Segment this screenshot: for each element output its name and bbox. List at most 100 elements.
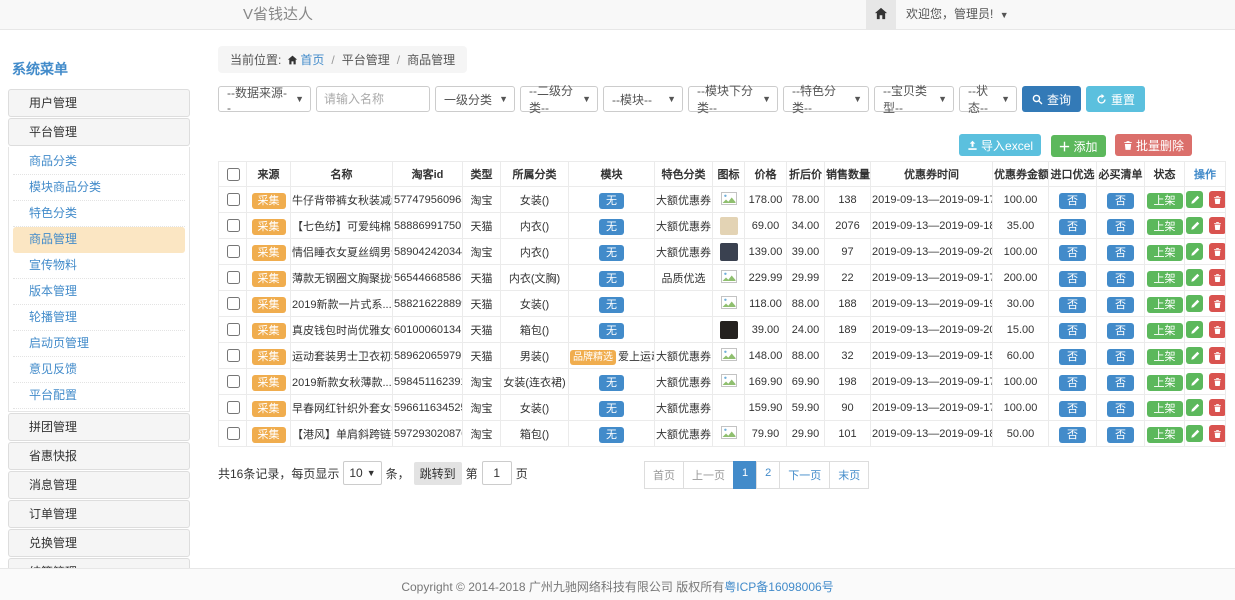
delete-button[interactable] — [1209, 269, 1225, 286]
delete-button[interactable] — [1209, 295, 1225, 312]
name-search-input[interactable] — [316, 86, 430, 112]
import-select-toggle[interactable]: 否 — [1059, 401, 1086, 417]
must-buy-toggle[interactable]: 否 — [1107, 297, 1134, 313]
import-select-toggle[interactable]: 否 — [1059, 349, 1086, 365]
must-buy-toggle[interactable]: 否 — [1107, 323, 1134, 339]
must-buy-toggle[interactable]: 否 — [1107, 401, 1134, 417]
must-buy-toggle[interactable]: 否 — [1107, 375, 1134, 391]
must-buy-toggle[interactable]: 否 — [1107, 193, 1134, 209]
pager-button-5[interactable]: 末页 — [829, 461, 869, 489]
sidebar-subitem-9[interactable]: 启动页管理 — [13, 331, 185, 357]
jump-button[interactable]: 跳转到 — [414, 462, 462, 485]
sidebar-subitem-2[interactable]: 商品分类 — [13, 149, 185, 175]
row-checkbox[interactable] — [227, 323, 240, 336]
pager-button-3[interactable]: 2 — [756, 461, 780, 489]
sidebar-item-13[interactable]: 省惠快报 — [8, 442, 190, 470]
filter-select-2[interactable]: --模块--▼ — [603, 86, 683, 112]
delete-button[interactable] — [1209, 191, 1225, 208]
import-select-toggle[interactable]: 否 — [1059, 297, 1086, 313]
delete-button[interactable] — [1209, 243, 1225, 260]
status-badge[interactable]: 上架 — [1147, 323, 1183, 339]
filter-select-1[interactable]: --二级分类--▼ — [520, 86, 598, 112]
status-badge[interactable]: 上架 — [1147, 297, 1183, 313]
status-badge[interactable]: 上架 — [1147, 245, 1183, 261]
sidebar-subitem-4[interactable]: 特色分类 — [13, 201, 185, 227]
sidebar-item-0[interactable]: 用户管理 — [8, 89, 190, 117]
filter-select-source[interactable]: --数据来源-- ▼ — [218, 86, 311, 112]
filter-select-3[interactable]: --模块下分类--▼ — [688, 86, 778, 112]
sidebar-item-12[interactable]: 拼团管理 — [8, 413, 190, 441]
query-button[interactable]: 查询 — [1022, 86, 1081, 112]
status-badge[interactable]: 上架 — [1147, 349, 1183, 365]
home-button[interactable] — [866, 0, 896, 29]
edit-button[interactable] — [1186, 243, 1203, 260]
jump-page-input[interactable] — [482, 461, 512, 485]
import-select-toggle[interactable]: 否 — [1059, 193, 1086, 209]
import-select-toggle[interactable]: 否 — [1059, 323, 1086, 339]
pager-button-0[interactable]: 首页 — [644, 461, 684, 489]
edit-button[interactable] — [1186, 347, 1203, 364]
row-checkbox[interactable] — [227, 271, 240, 284]
per-page-select[interactable]: 10 ▼ — [343, 461, 381, 485]
select-all-checkbox[interactable] — [227, 168, 240, 181]
sidebar-subitem-3[interactable]: 模块商品分类 — [13, 175, 185, 201]
row-checkbox[interactable] — [227, 245, 240, 258]
sidebar-item-15[interactable]: 订单管理 — [8, 500, 190, 528]
sidebar-subitem-7[interactable]: 版本管理 — [13, 279, 185, 305]
filter-select-6[interactable]: --状态--▼ — [959, 86, 1017, 112]
sidebar-subitem-10[interactable]: 意见反馈 — [13, 357, 185, 383]
pager-button-1[interactable]: 上一页 — [683, 461, 734, 489]
sidebar-subitem-5[interactable]: 商品管理 — [13, 227, 185, 253]
edit-button[interactable] — [1186, 217, 1203, 234]
edit-button[interactable] — [1186, 425, 1203, 442]
status-badge[interactable]: 上架 — [1147, 401, 1183, 417]
delete-button[interactable] — [1209, 373, 1225, 390]
row-checkbox[interactable] — [227, 219, 240, 232]
import-select-toggle[interactable]: 否 — [1059, 375, 1086, 391]
breadcrumb-home-link[interactable]: 首页 — [300, 53, 324, 67]
edit-button[interactable] — [1186, 373, 1203, 390]
sidebar-item-1[interactable]: 平台管理 — [8, 118, 190, 146]
row-checkbox[interactable] — [227, 401, 240, 414]
sidebar-subitem-6[interactable]: 宣传物料 — [13, 253, 185, 279]
must-buy-toggle[interactable]: 否 — [1107, 271, 1134, 287]
delete-button[interactable] — [1209, 399, 1225, 416]
user-dropdown[interactable]: 欢迎您，管理员! ▼ — [906, 0, 1009, 30]
status-badge[interactable]: 上架 — [1147, 375, 1183, 391]
row-checkbox[interactable] — [227, 193, 240, 206]
sidebar-item-16[interactable]: 兑换管理 — [8, 529, 190, 557]
sidebar-subitem-11[interactable]: 平台配置 — [13, 383, 185, 409]
icp-link[interactable]: 粤ICP备16098006号 — [724, 580, 833, 594]
edit-button[interactable] — [1186, 399, 1203, 416]
status-badge[interactable]: 上架 — [1147, 219, 1183, 235]
must-buy-toggle[interactable]: 否 — [1107, 349, 1134, 365]
import-excel-button[interactable]: 导入excel — [959, 134, 1041, 156]
add-button[interactable]: ＋ 添加 — [1051, 135, 1106, 157]
row-checkbox[interactable] — [227, 349, 240, 362]
edit-button[interactable] — [1186, 269, 1203, 286]
filter-select-5[interactable]: --宝贝类型--▼ — [874, 86, 954, 112]
pager-button-4[interactable]: 下一页 — [779, 461, 830, 489]
edit-button[interactable] — [1186, 321, 1203, 338]
delete-button[interactable] — [1209, 425, 1225, 442]
import-select-toggle[interactable]: 否 — [1059, 427, 1086, 443]
sidebar-item-14[interactable]: 消息管理 — [8, 471, 190, 499]
row-checkbox[interactable] — [227, 375, 240, 388]
delete-button[interactable] — [1209, 321, 1225, 338]
import-select-toggle[interactable]: 否 — [1059, 245, 1086, 261]
import-select-toggle[interactable]: 否 — [1059, 271, 1086, 287]
filter-select-4[interactable]: --特色分类--▼ — [783, 86, 869, 112]
import-select-toggle[interactable]: 否 — [1059, 219, 1086, 235]
edit-button[interactable] — [1186, 191, 1203, 208]
must-buy-toggle[interactable]: 否 — [1107, 245, 1134, 261]
pager-button-2[interactable]: 1 — [733, 461, 757, 489]
must-buy-toggle[interactable]: 否 — [1107, 427, 1134, 443]
edit-button[interactable] — [1186, 295, 1203, 312]
reset-button[interactable]: 重置 — [1086, 86, 1145, 112]
status-badge[interactable]: 上架 — [1147, 427, 1183, 443]
row-checkbox[interactable] — [227, 427, 240, 440]
status-badge[interactable]: 上架 — [1147, 193, 1183, 209]
filter-select-0[interactable]: 一级分类▼ — [435, 86, 515, 112]
status-badge[interactable]: 上架 — [1147, 271, 1183, 287]
must-buy-toggle[interactable]: 否 — [1107, 219, 1134, 235]
